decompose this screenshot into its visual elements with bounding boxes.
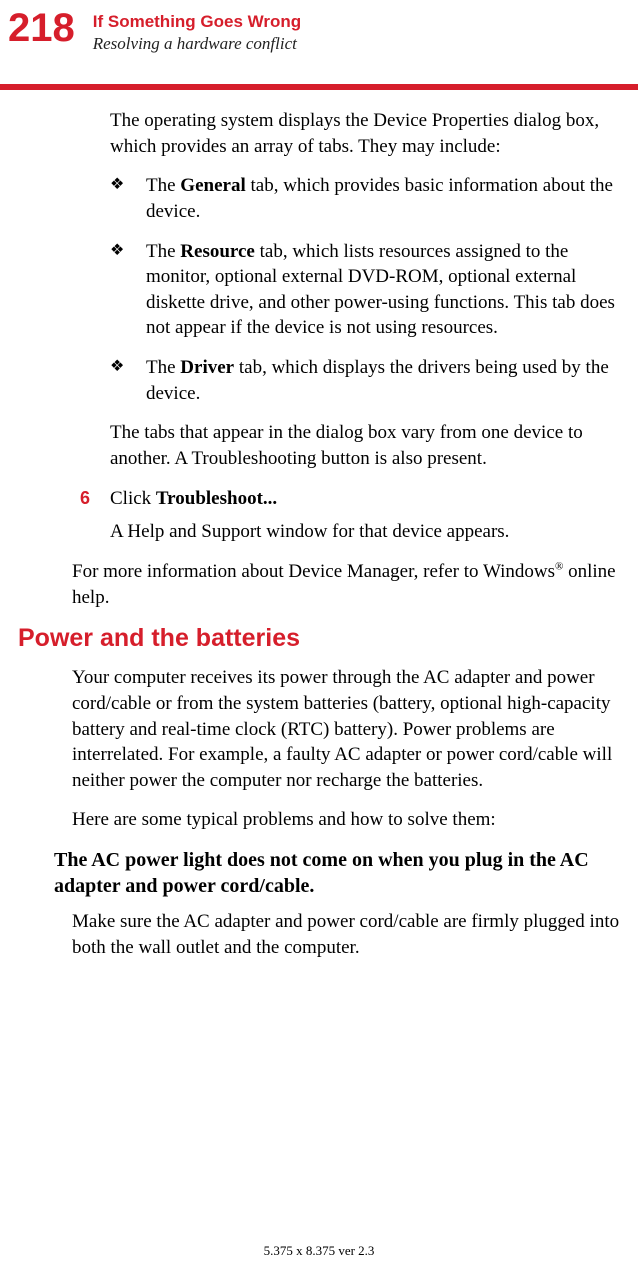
- bullet-icon: ❖: [110, 355, 146, 379]
- section-subtitle: Resolving a hardware conflict: [93, 34, 301, 54]
- bullet-item: ❖ The Resource tab, which lists resource…: [110, 239, 620, 342]
- more-info-paragraph: For more information about Device Manage…: [72, 559, 620, 610]
- page-footer: 5.375 x 8.375 ver 2.3: [0, 1243, 638, 1259]
- bullet-item: ❖ The Driver tab, which displays the dri…: [110, 355, 620, 406]
- bullet-icon: ❖: [110, 239, 146, 263]
- bullet-text: The Resource tab, which lists resources …: [146, 239, 620, 342]
- problem-heading: The AC power light does not come on when…: [54, 847, 620, 899]
- tabs-vary-paragraph: The tabs that appear in the dialog box v…: [110, 420, 620, 471]
- chapter-title: If Something Goes Wrong: [93, 12, 301, 32]
- step-number: 6: [80, 486, 110, 510]
- bullet-icon: ❖: [110, 173, 146, 197]
- section-heading-power: Power and the batteries: [18, 624, 620, 653]
- power-intro-paragraph: Your computer receives its power through…: [72, 665, 620, 793]
- step-text: Click Troubleshoot...: [110, 486, 620, 512]
- page-header: 218 If Something Goes Wrong Resolving a …: [0, 0, 638, 54]
- typical-problems-paragraph: Here are some typical problems and how t…: [72, 807, 620, 833]
- page-number: 218: [8, 8, 75, 48]
- header-rule: [0, 84, 638, 90]
- intro-paragraph: The operating system displays the Device…: [110, 108, 620, 159]
- bullet-text: The Driver tab, which displays the drive…: [146, 355, 620, 406]
- problem-body-paragraph: Make sure the AC adapter and power cord/…: [72, 909, 620, 960]
- step-item: 6 Click Troubleshoot...: [80, 486, 620, 512]
- header-text-block: If Something Goes Wrong Resolving a hard…: [93, 8, 301, 54]
- bullet-text: The General tab, which provides basic in…: [146, 173, 620, 224]
- bullet-item: ❖ The General tab, which provides basic …: [110, 173, 620, 224]
- page-content: The operating system displays the Device…: [0, 108, 638, 960]
- help-window-paragraph: A Help and Support window for that devic…: [110, 519, 620, 545]
